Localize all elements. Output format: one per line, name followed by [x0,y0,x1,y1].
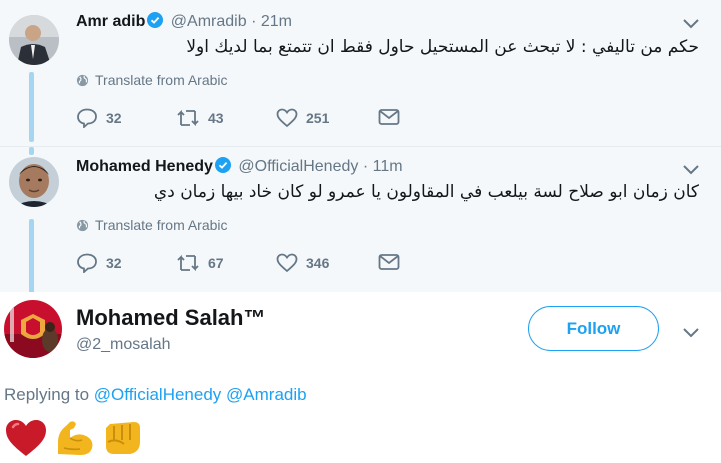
like-button[interactable]: 346 [276,253,329,273]
tweet-header: Amr adib @Amradib · 21m [76,12,292,33]
chevron-down-icon[interactable] [683,325,699,343]
mention-officialhenedy[interactable]: @OfficialHenedy [94,385,222,404]
globe-icon [76,74,89,87]
thread-line [29,72,34,142]
tweet-text: كان زمان ابو صلاح لسة بيلعب في المقاولون… [153,182,699,202]
retweet-button[interactable]: 67 [176,253,224,273]
chevron-down-icon[interactable] [683,16,699,34]
reply-count: 32 [106,255,122,271]
chevron-down-icon[interactable] [683,162,699,180]
replying-to-label: Replying to [4,385,90,404]
author-name[interactable]: Amr adib [76,13,145,30]
avatar[interactable] [9,15,59,65]
verified-badge-icon [147,12,164,33]
reply-icon [77,108,97,129]
like-count: 346 [306,255,330,271]
avatar[interactable] [9,157,59,207]
like-button[interactable]: 251 [276,108,329,128]
direct-message-icon [378,109,400,125]
translate-label: Translate from Arabic [95,217,228,233]
like-icon [276,108,298,128]
fist-emoji [106,422,140,454]
separator: · [362,158,369,175]
tweet-header: Mohamed Henedy @OfficialHenedy · 11m [76,157,403,178]
globe-icon [76,219,89,232]
retweet-count: 43 [208,110,224,126]
timestamp[interactable]: 11m [373,158,403,175]
like-icon [276,253,298,273]
retweet-button[interactable]: 43 [176,108,224,128]
reply-button[interactable]: 32 [76,108,122,129]
retweet-icon [177,254,199,272]
thread-line [29,219,34,293]
author-name[interactable]: Mohamed Henedy [76,158,213,175]
tweet-mohamed-henedy[interactable]: Mohamed Henedy @OfficialHenedy · 11m كان… [0,146,721,293]
profile-name[interactable]: Mohamed Salah™ [76,305,265,331]
translate-link[interactable]: Translate from Arabic [76,217,228,233]
verified-badge-icon [214,157,231,178]
reply-count: 32 [106,110,122,126]
replying-to: Replying to @OfficialHenedy @Amradib [4,385,307,405]
tweet-amr-adib[interactable]: Amr adib @Amradib · 21m حكم من تاليفي : … [0,0,721,146]
direct-message-button[interactable] [378,253,400,271]
follow-button[interactable]: Follow [528,306,659,351]
red-heart-emoji [6,420,46,456]
tweet-text: حكم من تاليفي : لا تبحث عن المستحيل حاول… [186,37,699,57]
author-handle[interactable]: @Amradib [171,13,247,30]
translate-label: Translate from Arabic [95,72,228,88]
profile-handle[interactable]: @2_mosalah [76,336,171,354]
timestamp[interactable]: 21m [261,13,292,30]
separator: · [251,13,257,30]
direct-message-icon [378,254,400,270]
like-count: 251 [306,110,330,126]
retweet-count: 67 [208,255,224,271]
direct-message-button[interactable] [378,108,400,126]
author-handle[interactable]: @OfficialHenedy [238,158,358,175]
thread-line [29,147,34,155]
avatar[interactable] [4,300,62,358]
retweet-icon [177,109,199,127]
reply-author-profile: Mohamed Salah™ @2_mosalah Follow [0,292,721,375]
mention-amradib[interactable]: @Amradib [226,385,307,404]
reply-icon [77,253,97,274]
reply-button[interactable]: 32 [76,253,122,274]
flexed-biceps-emoji [58,421,93,455]
translate-link[interactable]: Translate from Arabic [76,72,228,88]
